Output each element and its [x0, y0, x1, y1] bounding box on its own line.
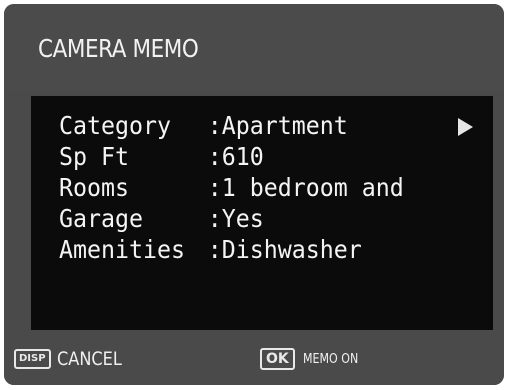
memo-rows: Category :Apartment Sp Ft :610 Rooms :1 …	[59, 110, 430, 265]
memo-panel: Category :Apartment Sp Ft :610 Rooms :1 …	[31, 96, 493, 330]
memo-on-button[interactable]: OK MEMO ON	[260, 348, 368, 370]
disp-key-icon: DISP	[14, 349, 51, 369]
ok-key-icon: OK	[260, 348, 295, 370]
memo-row-rooms[interactable]: Rooms :1 bedroom and	[59, 172, 404, 203]
title-bar: CAMERA MEMO	[4, 4, 504, 90]
memo-row-amenities[interactable]: Amenities :Dishwasher	[59, 234, 404, 265]
memo-value: :Dishwasher	[207, 235, 362, 264]
memo-value: :610	[207, 142, 264, 171]
memo-on-label: MEMO ON	[302, 351, 358, 367]
memo-label: Sp Ft	[59, 142, 129, 171]
memo-label: Category	[59, 111, 171, 140]
cancel-button[interactable]: DISP CANCEL	[14, 348, 133, 370]
memo-label: Garage	[59, 204, 143, 233]
memo-row-sp-ft[interactable]: Sp Ft :610	[59, 141, 404, 172]
cancel-label: CANCEL	[56, 348, 122, 370]
screen-title: CAMERA MEMO	[38, 34, 199, 63]
right-arrow-icon[interactable]	[458, 118, 473, 136]
memo-label: Rooms	[59, 173, 129, 202]
memo-value: :Apartment	[207, 111, 348, 140]
memo-row-category[interactable]: Category :Apartment	[59, 110, 404, 141]
camera-screen: CAMERA MEMO Category :Apartment Sp Ft :6…	[4, 4, 504, 385]
memo-value: :Yes	[207, 204, 264, 233]
memo-value: :1 bedroom and	[207, 173, 404, 202]
memo-row-garage[interactable]: Garage :Yes	[59, 203, 404, 234]
memo-label: Amenities	[59, 235, 185, 264]
bottom-bar: DISP CANCEL OK MEMO ON	[4, 334, 504, 385]
